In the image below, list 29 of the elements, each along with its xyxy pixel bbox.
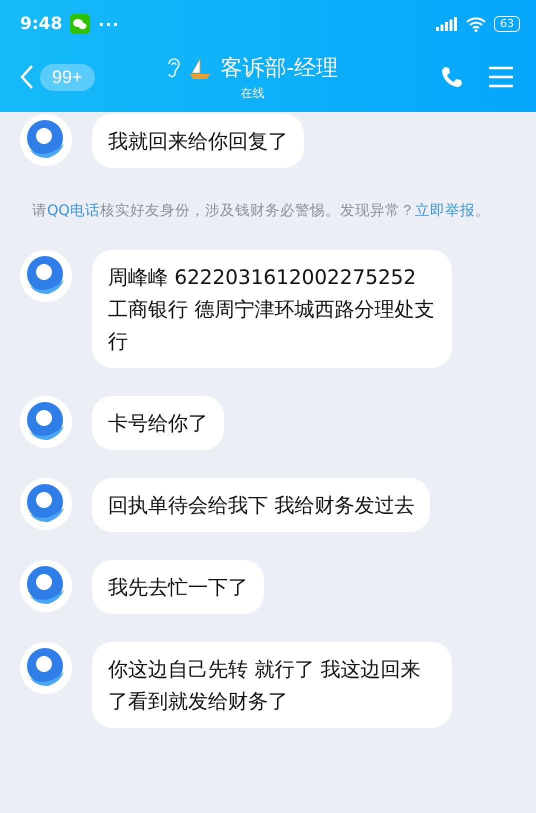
message-bubble: 回执单待会给我下 我给财务发过去 bbox=[92, 478, 430, 532]
chat-title: 客诉部-经理 bbox=[220, 54, 338, 82]
avatar-icon bbox=[20, 642, 72, 694]
report-link[interactable]: 立即举报 bbox=[414, 203, 475, 219]
more-notifications-icon: ··· bbox=[98, 14, 120, 34]
menu-icon bbox=[488, 66, 514, 88]
chevron-left-icon bbox=[20, 64, 34, 90]
avatar-icon bbox=[20, 478, 72, 530]
phone-icon bbox=[440, 65, 464, 89]
message-bubble: 你这边自己先转 就行了 我这边回来了看到就发给财务了 bbox=[92, 642, 452, 728]
avatar-icon bbox=[20, 114, 72, 166]
back-button[interactable]: 99+ bbox=[20, 64, 95, 90]
signal-icon bbox=[436, 17, 458, 31]
message-bubble: 卡号给你了 bbox=[92, 396, 224, 450]
chat-app-icon bbox=[70, 14, 90, 34]
clock-time: 9:48 bbox=[20, 14, 62, 34]
avatar-icon bbox=[20, 560, 72, 612]
message-bubble: 周峰峰 6222031612002275252 工商银行 德周宁津环城西路分理处支行 bbox=[92, 250, 452, 368]
wifi-icon bbox=[466, 16, 486, 32]
security-notice: 请QQ电话核实好友身份，涉及钱财务必警惕。发现异常？立即举报。 bbox=[32, 202, 491, 221]
avatar-icon bbox=[20, 250, 72, 302]
unread-count: 99+ bbox=[40, 64, 95, 90]
message-bubble: 我先去忙一下了 bbox=[92, 560, 264, 614]
ear-icon bbox=[166, 56, 180, 78]
message-bubble: 我就回来给你回复了 bbox=[92, 114, 304, 168]
sailboat-icon bbox=[188, 56, 212, 80]
online-status: 在线 bbox=[240, 84, 264, 102]
battery-level: 63 bbox=[494, 16, 520, 32]
avatar-icon bbox=[20, 396, 72, 448]
